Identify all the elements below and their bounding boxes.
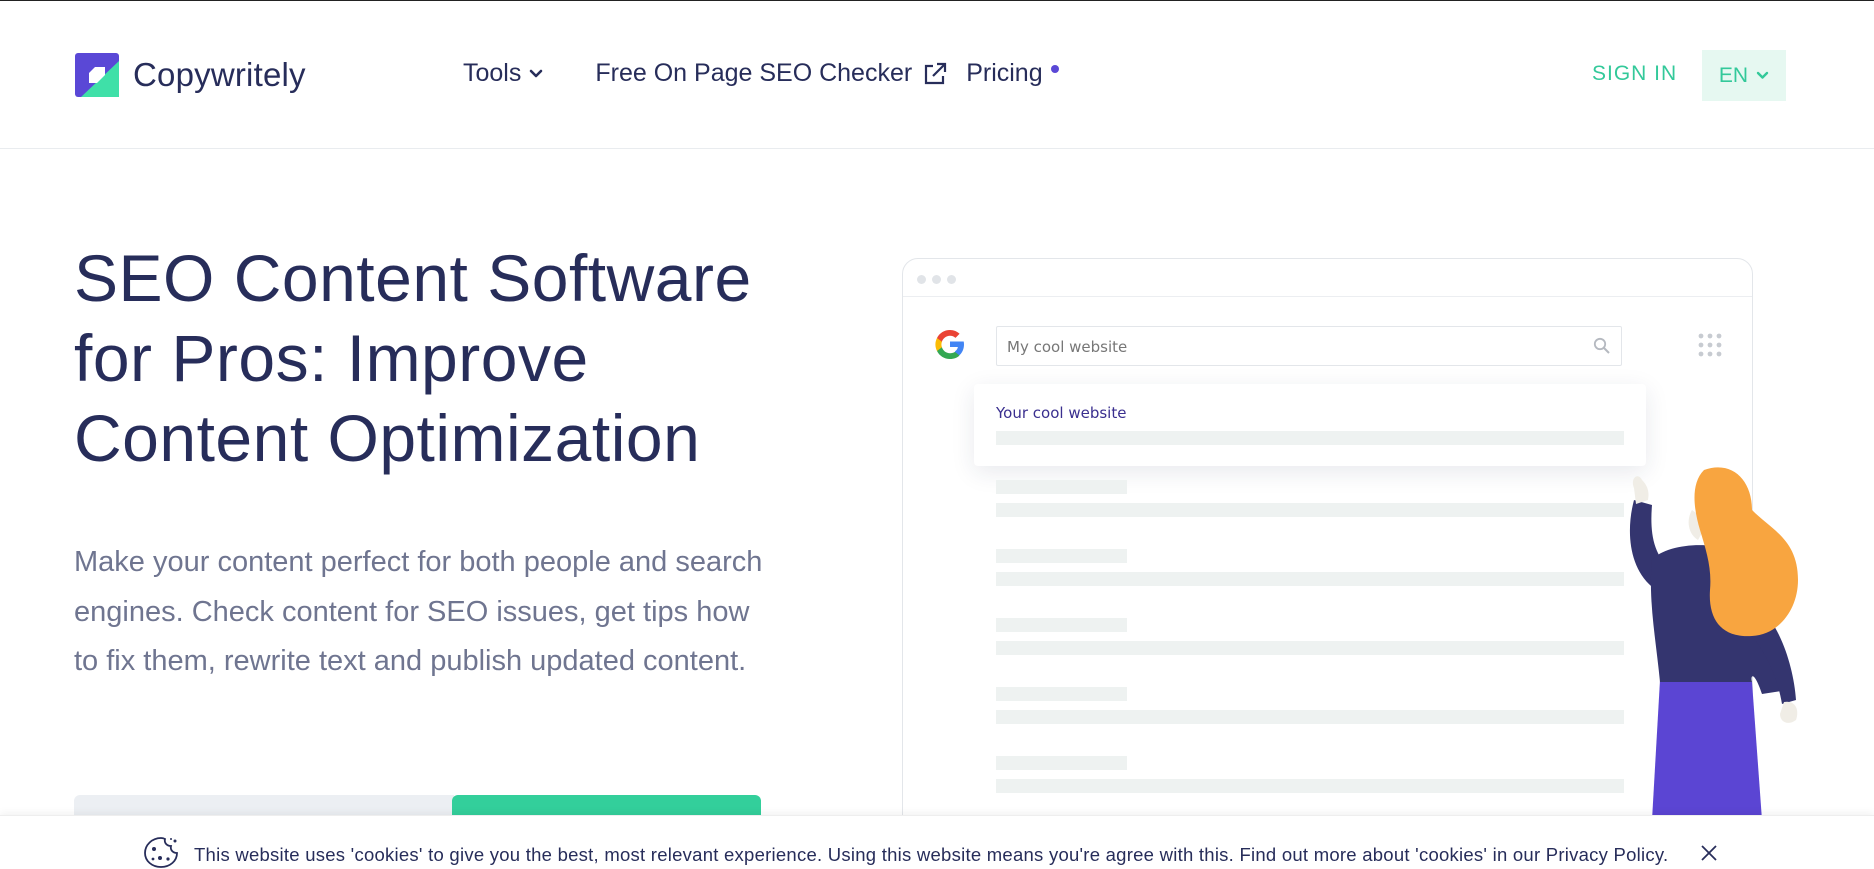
- result-title: Your cool website: [996, 404, 1127, 422]
- language-label: EN: [1718, 63, 1749, 87]
- nav-pricing[interactable]: Pricing: [966, 59, 1059, 88]
- logo[interactable]: Copywritely: [75, 53, 306, 97]
- featured-search-result: Your cool website: [974, 384, 1646, 466]
- woman-illustration: [1629, 467, 1798, 820]
- result-snippet-placeholder: [996, 779, 1624, 793]
- cookie-banner: This website uses 'cookies' to give you …: [0, 815, 1874, 869]
- result-snippet-placeholder: [996, 710, 1624, 724]
- result-snippet-placeholder: [996, 641, 1624, 655]
- result-title-placeholder: [996, 549, 1127, 563]
- sign-in-link[interactable]: SIGN IN: [1592, 62, 1677, 86]
- grid-icon: [1698, 333, 1722, 357]
- chevron-down-icon: [1756, 71, 1769, 79]
- cookie-icon: [144, 837, 178, 868]
- result-snippet-placeholder: [996, 572, 1624, 586]
- copywritely-logo-icon: [75, 53, 119, 97]
- pricing-badge-dot: [1050, 65, 1059, 73]
- site-header: Copywritely Tools Free On Page SEO Check…: [0, 1, 1874, 149]
- window-dots: [917, 275, 956, 284]
- search-icon: [1593, 337, 1610, 354]
- result-title-placeholder: [996, 618, 1127, 632]
- hero-title: SEO Content Software for Pros: Improve C…: [74, 241, 752, 475]
- search-input[interactable]: My cool website: [996, 326, 1622, 366]
- result-title-placeholder: [996, 687, 1127, 701]
- browser-titlebar: [903, 259, 1752, 297]
- brand-name: Copywritely: [133, 56, 306, 93]
- nav-tools-label: Tools: [463, 59, 522, 87]
- nav-seo-checker[interactable]: Free On Page SEO Checker: [595, 59, 948, 88]
- hero-description: Make your content perfect for both peopl…: [74, 546, 763, 677]
- result-snippet-placeholder: [996, 503, 1624, 517]
- nav-tools[interactable]: Tools: [463, 59, 543, 88]
- language-selector[interactable]: EN: [1702, 50, 1786, 101]
- main-nav: Tools Free On Page SEO Checker Pricing: [463, 59, 1059, 88]
- nav-pricing-label: Pricing: [966, 59, 1043, 87]
- result-title-placeholder: [996, 756, 1127, 770]
- google-logo-icon: [935, 330, 964, 359]
- external-link-icon: [925, 62, 947, 84]
- result-snippet-placeholder: [996, 431, 1624, 445]
- nav-seo-checker-label: Free On Page SEO Checker: [595, 59, 913, 87]
- chevron-down-icon: [530, 69, 543, 77]
- cookie-message: This website uses 'cookies' to give you …: [194, 844, 1669, 865]
- search-input-text: My cool website: [1007, 338, 1128, 356]
- result-title-placeholder: [996, 480, 1127, 494]
- close-icon[interactable]: [1700, 844, 1718, 862]
